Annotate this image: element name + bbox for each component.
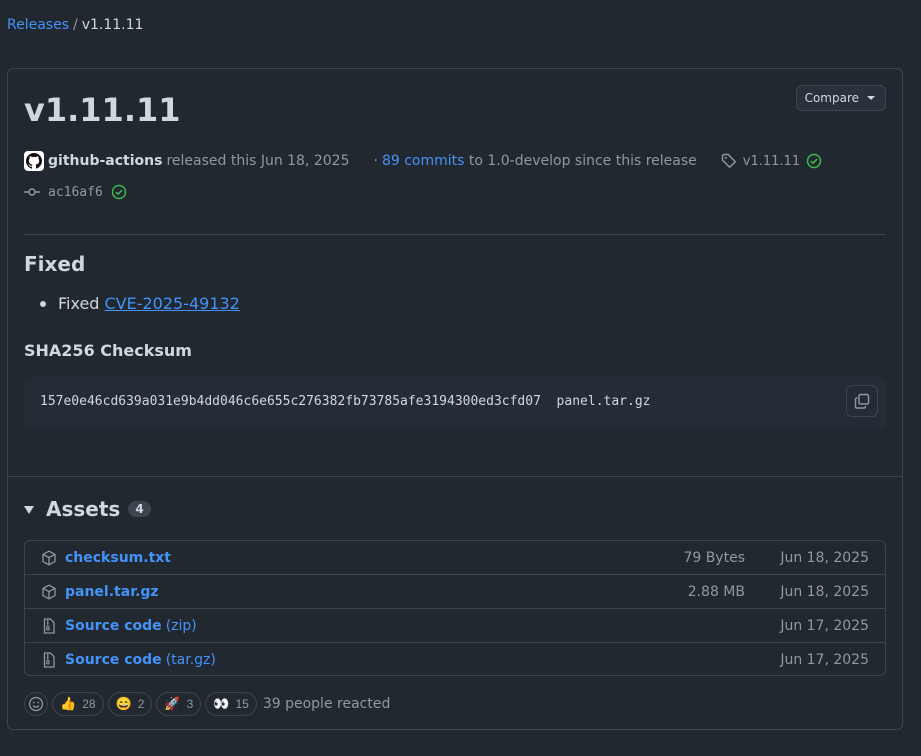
laugh-icon: 😄 bbox=[115, 696, 132, 711]
assets-list: checksum.txt 79 Bytes Jun 18, 2025 panel… bbox=[24, 540, 886, 676]
tag-icon bbox=[721, 153, 737, 169]
avatar[interactable] bbox=[24, 151, 44, 171]
reaction-rocket[interactable]: 🚀 3 bbox=[156, 692, 202, 716]
asset-size: 79 Bytes bbox=[683, 549, 745, 566]
breadcrumb-separator: / bbox=[73, 17, 78, 33]
list-item: Fixed CVE-2025-49132 bbox=[40, 294, 240, 313]
asset-row[interactable]: Source code (zip) Jun 17, 2025 bbox=[25, 609, 885, 643]
rocket-icon: 🚀 bbox=[164, 696, 181, 711]
github-logo-icon bbox=[26, 153, 42, 169]
commit-sha[interactable]: ac16af6 bbox=[48, 185, 103, 200]
checksum-code-block: 157e0e46cd639a031e9b4dd046c6e655c276382f… bbox=[24, 377, 886, 429]
smiley-icon bbox=[28, 696, 44, 712]
reaction-thumbs-up[interactable]: 👍 28 bbox=[52, 692, 104, 716]
copy-icon bbox=[854, 393, 870, 409]
commits-dot: · bbox=[373, 153, 378, 169]
compare-button[interactable]: Compare bbox=[795, 85, 886, 111]
release-card: v1.11.11 Compare github-actions released… bbox=[7, 68, 903, 730]
breadcrumb-current: v1.11.11 bbox=[81, 17, 144, 33]
release-title: v1.11.11 bbox=[24, 91, 181, 129]
file-zip-icon bbox=[41, 617, 57, 634]
asset-suffix: (tar.gz) bbox=[165, 651, 216, 668]
asset-size: 2.88 MB bbox=[687, 583, 745, 600]
divider bbox=[8, 476, 902, 477]
asset-row[interactable]: panel.tar.gz 2.88 MB Jun 18, 2025 bbox=[25, 575, 885, 609]
compare-label: Compare bbox=[804, 91, 859, 105]
verified-check-icon bbox=[111, 184, 127, 200]
git-commit-icon bbox=[24, 188, 40, 196]
file-zip-icon bbox=[41, 651, 57, 668]
package-icon bbox=[41, 584, 57, 600]
asset-date: Jun 17, 2025 bbox=[780, 617, 869, 634]
asset-name-link[interactable]: panel.tar.gz bbox=[65, 584, 159, 600]
release-date-text: released this Jun 18, 2025 bbox=[166, 153, 350, 169]
reactions-bar: 👍 28 😄 2 🚀 3 👀 15 39 people reacted bbox=[24, 691, 390, 717]
asset-name-link[interactable]: checksum.txt bbox=[65, 550, 171, 566]
reaction-laugh[interactable]: 😄 2 bbox=[107, 692, 153, 716]
package-icon bbox=[41, 550, 57, 566]
notes-heading: Fixed bbox=[24, 252, 86, 276]
checksum-code: 157e0e46cd639a031e9b4dd046c6e655c276382f… bbox=[40, 394, 651, 409]
reaction-eyes[interactable]: 👀 15 bbox=[205, 692, 257, 716]
assets-heading: Assets bbox=[46, 497, 121, 521]
add-reaction-button[interactable] bbox=[24, 692, 48, 716]
asset-date: Jun 17, 2025 bbox=[780, 651, 869, 668]
reaction-count: 3 bbox=[186, 697, 194, 711]
verified-check-icon bbox=[806, 153, 822, 169]
thumbs-up-icon: 👍 bbox=[60, 696, 77, 711]
asset-date: Jun 18, 2025 bbox=[780, 549, 869, 566]
asset-row[interactable]: checksum.txt 79 Bytes Jun 18, 2025 bbox=[25, 541, 885, 575]
asset-date: Jun 18, 2025 bbox=[780, 583, 869, 600]
reaction-count: 2 bbox=[137, 697, 145, 711]
reactions-summary: 39 people reacted bbox=[262, 696, 391, 712]
list-item-text: Fixed bbox=[58, 294, 100, 313]
asset-name-link[interactable]: Source code bbox=[65, 618, 162, 634]
asset-row[interactable]: Source code (tar.gz) Jun 17, 2025 bbox=[25, 643, 885, 675]
bullet-icon bbox=[40, 300, 46, 307]
author-name[interactable]: github-actions bbox=[48, 153, 162, 169]
reaction-count: 15 bbox=[235, 697, 249, 711]
breadcrumb-releases-link[interactable]: Releases bbox=[7, 17, 69, 33]
commit-info: ac16af6 bbox=[24, 182, 127, 202]
checksum-heading: SHA256 Checksum bbox=[24, 341, 192, 360]
commits-link[interactable]: 89 commits bbox=[382, 153, 464, 169]
tag-name[interactable]: v1.11.11 bbox=[743, 154, 800, 169]
commits-suffix: to 1.0-develop since this release bbox=[468, 153, 697, 169]
chevron-down-icon bbox=[867, 96, 875, 100]
release-meta: github-actions released this Jun 18, 202… bbox=[24, 151, 886, 171]
asset-suffix: (zip) bbox=[165, 617, 197, 634]
commits-info: · 89 commits to 1.0-develop since this re… bbox=[374, 153, 697, 169]
tag-info: v1.11.11 bbox=[721, 153, 822, 169]
asset-name-link[interactable]: Source code bbox=[65, 652, 162, 668]
triangle-down-icon bbox=[24, 506, 34, 514]
divider bbox=[24, 234, 886, 235]
cve-link[interactable]: CVE-2025-49132 bbox=[104, 294, 239, 313]
assets-count-badge: 4 bbox=[128, 501, 151, 517]
copy-button[interactable] bbox=[846, 385, 878, 417]
assets-toggle[interactable]: Assets 4 bbox=[24, 497, 151, 521]
eyes-icon: 👀 bbox=[213, 696, 230, 711]
breadcrumb: Releases / v1.11.11 bbox=[7, 17, 143, 33]
reaction-count: 28 bbox=[82, 697, 96, 711]
